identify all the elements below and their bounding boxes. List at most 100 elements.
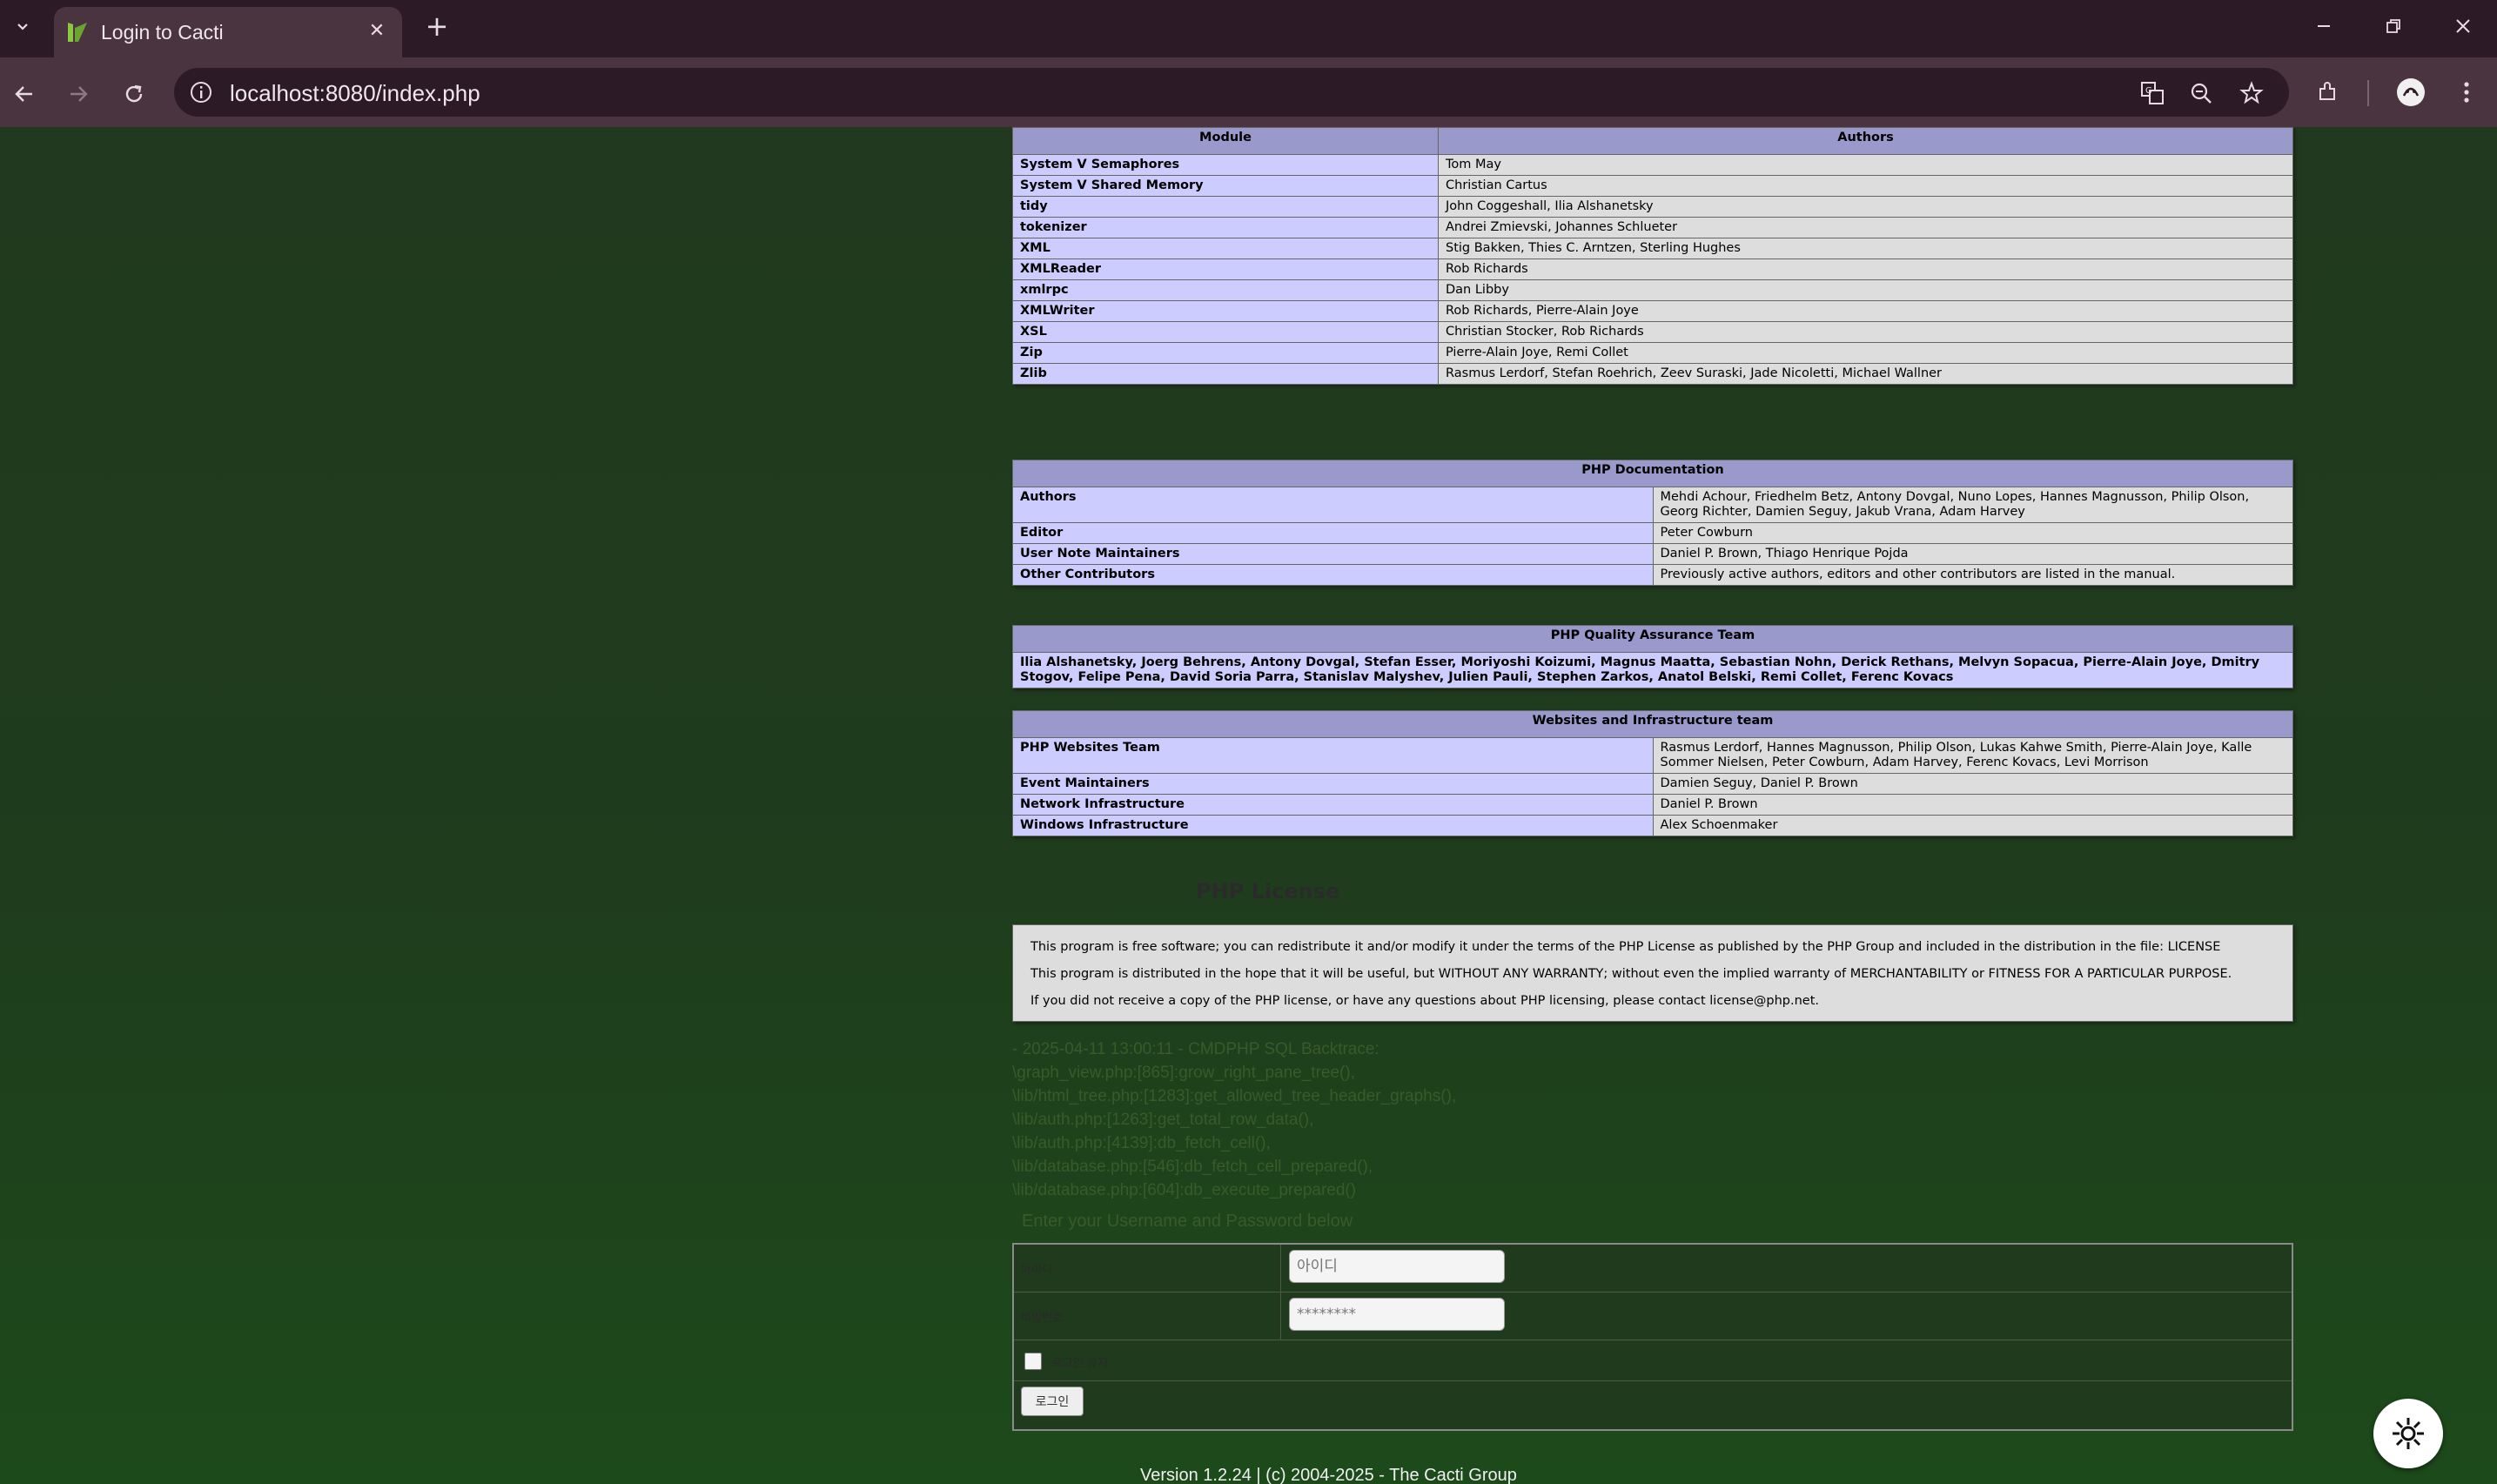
close-window-icon[interactable] <box>2440 7 2486 45</box>
module-authors-cell: Andrei Zmievski, Johannes Schlueter <box>1438 217 2293 238</box>
infra-people-cell: Damien Seguy, Daniel P. Brown <box>1652 773 2293 795</box>
doc-role-cell: Editor <box>1012 522 1654 544</box>
table-row: tokenizer Andrei Zmievski, Johannes Schlu… <box>1012 217 2293 238</box>
tab-title: Login to Cacti <box>101 21 224 44</box>
assistant-bubble-icon[interactable] <box>2373 1399 2443 1468</box>
module-column-header: Module <box>1012 127 1439 155</box>
module-name-cell: XSL <box>1012 321 1439 343</box>
address-bar[interactable]: localhost:8080/index.php G <box>174 68 2289 117</box>
authors-column-header: Authors <box>1438 127 2293 155</box>
php-modules-table: Module Authors System V Semaphores Tom Ma… <box>1012 127 2293 385</box>
login-button[interactable]: 로그인 <box>1021 1387 1084 1416</box>
license-line: If you did not receive a copy of the PHP… <box>1030 994 1820 1008</box>
cacti-favicon-icon <box>68 23 87 42</box>
row-divider <box>1280 1293 1281 1340</box>
php-infra-table: Websites and Infrastructure team PHP Web… <box>1012 710 2293 836</box>
module-name-cell: System V Shared Memory <box>1012 175 1439 197</box>
url-text: localhost:8080/index.php <box>230 80 480 106</box>
license-heading: PHP License <box>1196 879 1340 903</box>
tab-search-dropdown-icon[interactable] <box>7 10 38 42</box>
php-modules-section: Module Authors System V Semaphores Tom Ma… <box>1012 127 2293 385</box>
module-name-cell: tokenizer <box>1012 217 1439 238</box>
site-info-icon[interactable] <box>188 79 214 105</box>
backtrace-line: \lib/auth.php:[1263]:get_total_row_data(… <box>1012 1111 1314 1129</box>
browser-menu-icon[interactable] <box>2447 73 2486 111</box>
infra-role-cell: Event Maintainers <box>1012 773 1654 795</box>
version-footer: Version 1.2.24 | (c) 2004-2025 - The Cac… <box>1140 1466 1517 1484</box>
table-row: PHP Websites Team Rasmus Lerdorf, Hannes … <box>1012 737 2293 774</box>
module-authors-cell: Rob Richards, Pierre-Alain Joye <box>1438 300 2293 322</box>
backtrace-line: \lib/database.php:[546]:db_fetch_cell_pr… <box>1012 1158 1373 1176</box>
php-documentation-table: PHP Documentation Authors Mehdi Achour, F… <box>1012 460 2293 586</box>
active-tab[interactable]: Login to Cacti ✕ <box>54 7 402 57</box>
username-label: 아이디 <box>1021 1264 1052 1277</box>
minimize-icon[interactable] <box>2301 7 2346 45</box>
backtrace-line: \lib/html_tree.php:[1283]:get_allowed_tr… <box>1012 1087 1457 1105</box>
module-name-cell: XML <box>1012 238 1439 259</box>
infra-role-cell: PHP Websites Team <box>1012 737 1654 774</box>
sql-backtrace: - 2025-04-11 13:00:11 - CMDPHP SQL Backt… <box>1012 1037 1456 1202</box>
table-row: User Note Maintainers Daniel P. Brown, Th… <box>1012 543 2293 565</box>
doc-people-cell: Peter Cowburn <box>1652 522 2293 544</box>
backtrace-line: \graph_view.php:[865]:grow_right_pane_tr… <box>1012 1064 1355 1082</box>
reload-icon[interactable] <box>115 75 153 113</box>
infra-people-cell: Daniel P. Brown <box>1652 794 2293 816</box>
doc-people-cell: Mehdi Achour, Friedhelm Betz, Antony Dov… <box>1652 487 2293 523</box>
back-icon[interactable] <box>5 75 44 113</box>
submit-row: 로그인 <box>1014 1381 2292 1428</box>
password-input[interactable] <box>1289 1298 1505 1331</box>
module-authors-cell: Rasmus Lerdorf, Stefan Roehrich, Zeev Su… <box>1438 363 2293 385</box>
module-authors-cell: Rob Richards <box>1438 259 2293 280</box>
table-row: xmlrpc Dan Libby <box>1012 279 2293 301</box>
page-viewport: Module Authors System V Semaphores Tom Ma… <box>0 127 2497 1484</box>
module-name-cell: Zlib <box>1012 363 1439 385</box>
table-row: Zlib Rasmus Lerdorf, Stefan Roehrich, Zee… <box>1012 363 2293 385</box>
php-infra-section: Websites and Infrastructure team PHP Web… <box>1012 710 2293 836</box>
bookmark-star-icon[interactable] <box>2237 78 2266 108</box>
table-row: Event Maintainers Damien Seguy, Daniel P.… <box>1012 773 2293 795</box>
browser-toolbar: localhost:8080/index.php G <box>0 57 2497 127</box>
username-row: 아이디 <box>1014 1245 2292 1293</box>
table-row: Other Contributors Previously active auth… <box>1012 564 2293 586</box>
table-row: Network Infrastructure Daniel P. Brown <box>1012 794 2293 816</box>
module-authors-cell: Pierre-Alain Joye, Remi Collet <box>1438 342 2293 364</box>
infra-header: Websites and Infrastructure team <box>1012 710 2293 738</box>
translate-icon[interactable]: G <box>2138 78 2167 108</box>
table-row: System V Shared Memory Christian Cartus <box>1012 175 2293 197</box>
backtrace-line: \lib/database.php:[604]:db_execute_prepa… <box>1012 1181 1357 1199</box>
table-row: Editor Peter Cowburn <box>1012 522 2293 544</box>
zoom-icon[interactable] <box>2186 78 2216 108</box>
restore-icon[interactable] <box>2371 7 2416 45</box>
remember-row: 로그인 유지 <box>1014 1340 2292 1381</box>
svg-text:G: G <box>2145 86 2152 96</box>
password-row: 비밀번호 <box>1014 1293 2292 1340</box>
username-input[interactable] <box>1289 1250 1505 1283</box>
table-row: Windows Infrastructure Alex Schoenmaker <box>1012 815 2293 836</box>
browser-tab-strip: Login to Cacti ✕ + <box>0 0 2497 57</box>
toolbar-divider <box>2367 80 2369 106</box>
table-row: Zip Pierre-Alain Joye, Remi Collet <box>1012 342 2293 364</box>
table-row: XMLReader Rob Richards <box>1012 259 2293 280</box>
table-row: XMLWriter Rob Richards, Pierre-Alain Joye <box>1012 300 2293 322</box>
forward-icon[interactable] <box>59 75 97 113</box>
table-row: tidy John Coggeshall, Ilia Alshanetsky <box>1012 196 2293 218</box>
php-documentation-section: PHP Documentation Authors Mehdi Achour, F… <box>1012 460 2293 586</box>
extensions-icon[interactable] <box>2308 73 2346 111</box>
close-tab-icon[interactable]: ✕ <box>364 17 390 44</box>
password-label: 비밀번호 <box>1021 1312 1063 1325</box>
doc-role-cell: User Note Maintainers <box>1012 543 1654 565</box>
table-row: XSL Christian Stocker, Rob Richards <box>1012 321 2293 343</box>
module-authors-cell: Tom May <box>1438 154 2293 176</box>
module-name-cell: XMLWriter <box>1012 300 1439 322</box>
license-line: This program is free software; you can r… <box>1030 940 2221 954</box>
remember-me-checkbox[interactable] <box>1024 1353 1042 1370</box>
module-name-cell: System V Semaphores <box>1012 154 1439 176</box>
doc-role-cell: Other Contributors <box>1012 564 1654 586</box>
new-tab-icon[interactable]: + <box>421 10 453 43</box>
license-box: This program is free software; you can r… <box>1012 924 2293 1022</box>
module-name-cell: tidy <box>1012 196 1439 218</box>
infra-people-cell: Alex Schoenmaker <box>1652 815 2293 836</box>
module-name-cell: xmlrpc <box>1012 279 1439 301</box>
profile-avatar-icon[interactable] <box>2392 73 2430 111</box>
qa-header: PHP Quality Assurance Team <box>1012 625 2293 653</box>
